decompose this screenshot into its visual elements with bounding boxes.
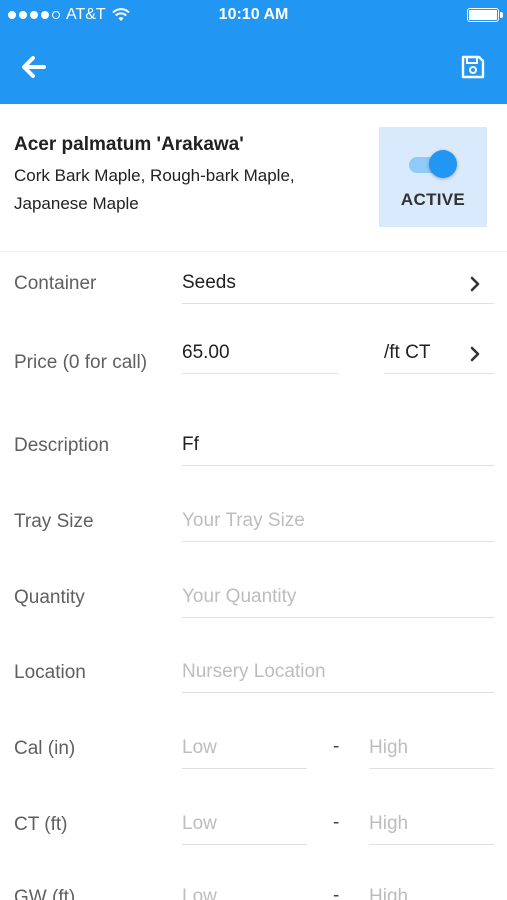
chevron-right-icon xyxy=(470,346,480,362)
gw-low-input[interactable]: Low xyxy=(182,878,307,900)
cal-row: Cal (in) Low - High xyxy=(0,721,507,781)
location-label: Location xyxy=(14,662,86,683)
cal-range-separator: - xyxy=(333,736,340,757)
gw-high-input[interactable]: High xyxy=(369,878,494,900)
cal-high-placeholder: High xyxy=(369,737,409,758)
tray-size-label: Tray Size xyxy=(14,511,94,532)
clock: 10:10 AM xyxy=(218,6,289,23)
description-input[interactable]: Ff xyxy=(182,426,494,466)
ct-low-input[interactable]: Low xyxy=(182,805,307,845)
ct-high-input[interactable]: High xyxy=(369,805,494,845)
container-select[interactable]: Seeds xyxy=(182,264,494,304)
gw-low-placeholder: Low xyxy=(182,886,217,900)
plant-common-names: Cork Bark Maple, Rough-bark Maple, Japan… xyxy=(14,166,295,213)
price-value: 65.00 xyxy=(182,342,230,363)
back-button[interactable] xyxy=(14,47,54,87)
price-label: Price (0 for call) xyxy=(14,352,148,373)
gw-row: GW (ft) Low - High xyxy=(0,870,507,900)
tray-size-row: Tray Size Your Tray Size xyxy=(0,494,507,554)
location-input[interactable]: Nursery Location xyxy=(182,653,494,693)
tray-size-placeholder: Your Tray Size xyxy=(182,510,305,531)
gw-label: GW (ft) xyxy=(14,887,76,900)
ct-range-separator: - xyxy=(333,812,340,833)
back-arrow-icon xyxy=(22,56,46,78)
location-placeholder: Nursery Location xyxy=(182,661,326,682)
ct-label: CT (ft) xyxy=(14,814,68,835)
save-button[interactable] xyxy=(453,47,493,87)
tray-size-input[interactable]: Your Tray Size xyxy=(182,502,494,542)
active-toggle-card[interactable]: ACTIVE xyxy=(379,127,487,227)
ct-low-placeholder: Low xyxy=(182,813,217,834)
quantity-placeholder: Your Quantity xyxy=(182,586,297,607)
ct-row: CT (ft) Low - High xyxy=(0,797,507,857)
description-value: Ff xyxy=(182,434,199,455)
active-label: ACTIVE xyxy=(400,190,466,209)
plant-scientific-name: Acer palmatum 'Arakawa' xyxy=(14,134,244,155)
cal-label: Cal (in) xyxy=(14,738,76,759)
ct-high-placeholder: High xyxy=(369,813,409,834)
cal-high-input[interactable]: High xyxy=(369,729,494,769)
battery-icon xyxy=(467,8,503,22)
cal-low-placeholder: Low xyxy=(182,737,217,758)
status-bar: AT&T 10:10 AM xyxy=(0,0,507,30)
price-unit-value: /ft CT xyxy=(384,342,431,363)
container-value: Seeds xyxy=(182,272,236,293)
floppy-save-icon xyxy=(461,55,485,79)
gw-high-placeholder: High xyxy=(369,886,409,900)
price-row: Price (0 for call) 65.00 /ft CT xyxy=(0,334,507,394)
gw-range-separator: - xyxy=(333,885,340,900)
description-row: Description Ff xyxy=(0,418,507,478)
active-toggle-switch[interactable] xyxy=(429,150,457,178)
description-label: Description xyxy=(14,435,110,456)
price-input[interactable]: 65.00 xyxy=(182,334,338,374)
container-label: Container xyxy=(14,273,97,294)
app-bar xyxy=(0,30,507,104)
cal-low-input[interactable]: Low xyxy=(182,729,307,769)
quantity-row: Quantity Your Quantity xyxy=(0,570,507,630)
plant-header: Acer palmatum 'Arakawa' Cork Bark Maple,… xyxy=(0,104,507,252)
price-unit-select[interactable]: /ft CT xyxy=(384,334,494,374)
quantity-label: Quantity xyxy=(14,587,85,608)
quantity-input[interactable]: Your Quantity xyxy=(182,578,494,618)
location-row: Location Nursery Location xyxy=(0,645,507,705)
container-row: Container Seeds xyxy=(0,256,507,316)
chevron-right-icon xyxy=(470,276,480,292)
